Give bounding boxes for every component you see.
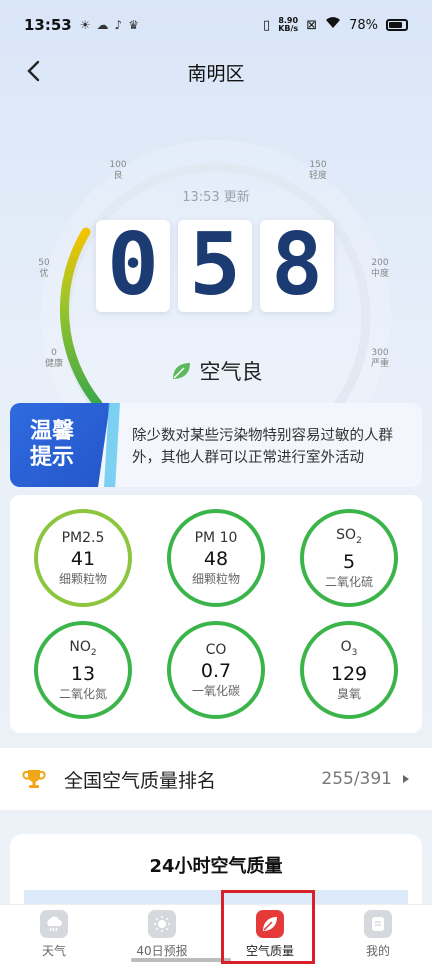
tick-label: 优 — [39, 269, 49, 279]
tick-50: 50 优 — [24, 258, 64, 280]
status-right: ▯ 8.90 KB/s ⊠ 78% — [263, 17, 408, 33]
pollutant-pm25[interactable]: PM2.5 41 细颗粒物 — [34, 509, 132, 607]
aqi-level: 空气良 — [0, 356, 432, 386]
tip-text: 除少数对某些污染物特别容易过敏的人群外，其他人群可以正常进行室外活动 — [132, 428, 393, 466]
leaf-icon — [172, 363, 190, 379]
pollutant-value: 48 — [203, 548, 229, 570]
tick-150: 150 轻度 — [298, 160, 338, 182]
svg-text:0: 0 — [107, 226, 159, 306]
aqi-digit: 5 — [189, 226, 241, 306]
pollutant-value: 0.7 — [200, 660, 232, 682]
tick-label: 中度 — [370, 269, 389, 279]
aqi-level-text: 空气良 — [199, 360, 263, 384]
pollutant-desc: 臭氧 — [336, 686, 361, 701]
pollutant-value: 13 — [70, 662, 96, 685]
status-bar: 13:53 ☀ ☁ ♪ ♛ ▯ 8.90 KB/s ⊠ 78% — [0, 0, 432, 50]
sun-icon — [148, 910, 176, 938]
speed-unit: KB/s — [278, 24, 299, 33]
tick-label: 轻度 — [308, 171, 327, 181]
update-time: 13:53 更新 — [182, 190, 250, 205]
tip-card: 温馨 提示 除少数对某些污染物特别容易过敏的人群外，其他人群可以正常进行室外活动 — [10, 403, 422, 487]
pollutant-value: 5 — [342, 550, 356, 573]
tick-value: 100 — [109, 160, 127, 170]
wifi-icon — [325, 17, 341, 33]
tab-weather[interactable]: 天气 — [0, 905, 108, 964]
tick-value: 200 — [371, 258, 389, 268]
cloud-status-icon: ☁ — [96, 18, 109, 32]
tab-air-quality[interactable]: 空气质量 — [216, 905, 324, 964]
tab-label: 空气质量 — [245, 944, 294, 958]
svg-text:5: 5 — [189, 226, 241, 306]
status-left-icons: ☀ ☁ ♪ ♛ — [80, 18, 139, 32]
aqi-digit-card: 5 — [178, 220, 252, 312]
leaf-icon — [256, 910, 284, 938]
vibrate-icon: ▯ — [263, 17, 271, 33]
tick-value: 150 — [309, 160, 327, 170]
header: 南明区 — [0, 50, 432, 94]
pollutant-name: SO2 — [336, 527, 362, 546]
tab-mine[interactable]: 我的 — [324, 905, 432, 964]
ranking-row[interactable]: 全国空气质量排名 255/391 — [0, 748, 432, 810]
tab-underline — [131, 958, 231, 962]
trophy-icon — [22, 770, 46, 788]
pollutant-name: O3 — [340, 639, 358, 658]
tab-label: 天气 — [41, 944, 66, 958]
tip-badge-line2: 提示 — [30, 445, 75, 470]
pollutant-desc: 一氧化碳 — [191, 684, 240, 698]
tip-badge-line1: 温馨 — [30, 419, 75, 444]
pollutant-name: CO — [205, 642, 227, 658]
ranking-label: 全国空气质量排名 — [64, 769, 217, 792]
svg-text:8: 8 — [271, 226, 323, 306]
pollutant-desc: 细颗粒物 — [191, 572, 240, 586]
back-button[interactable] — [18, 56, 48, 86]
tab-40day-forecast[interactable]: 40日预报 — [108, 905, 216, 964]
pollutant-name: NO2 — [69, 639, 97, 658]
status-time: 13:53 — [24, 16, 72, 34]
pollutant-desc: 细颗粒物 — [58, 572, 107, 586]
document-icon — [364, 910, 392, 938]
aqi-digit: 8 — [271, 226, 323, 306]
aqi-digit-card: 8 — [260, 220, 334, 312]
tip-badge: 温馨 提示 — [10, 403, 110, 487]
aqi-digit-card: 0 — [96, 220, 170, 312]
tick-value: 50 — [38, 258, 50, 268]
pollutant-value: 129 — [330, 662, 368, 685]
pollutant-desc: 二氧化氮 — [58, 686, 107, 701]
cloud-rain-icon — [40, 910, 68, 938]
network-speed: 8.90 KB/s — [278, 17, 298, 33]
pollutant-name: PM 10 — [194, 530, 238, 546]
battery-percent: 78% — [349, 17, 378, 33]
aqi-digit: 0 — [107, 226, 159, 306]
pollutant-o3[interactable]: O3 129 臭氧 — [300, 621, 398, 719]
aqi-digits: 0 5 8 — [96, 220, 334, 312]
battery-icon — [386, 19, 408, 31]
tab-label: 我的 — [365, 944, 390, 958]
crown-status-icon: ♛ — [128, 18, 139, 32]
pollutant-no2[interactable]: NO2 13 二氧化氮 — [34, 621, 132, 719]
tab-label: 40日预报 — [136, 944, 188, 958]
pollutant-grid: PM2.5 41 细颗粒物 PM 10 48 细颗粒物 SO2 5 二氧化硫 N… — [10, 495, 422, 733]
pollutant-so2[interactable]: SO2 5 二氧化硫 — [300, 509, 398, 607]
pollutant-pm10[interactable]: PM 10 48 细颗粒物 — [167, 509, 265, 607]
tiktok-status-icon: ♪ — [114, 18, 123, 32]
chevron-left-icon — [27, 60, 40, 82]
pollutant-value: 41 — [70, 548, 96, 570]
tick-200: 200 中度 — [360, 258, 400, 280]
triangle-right-icon — [403, 775, 409, 783]
weather-status-icon: ☀ — [79, 18, 91, 32]
close-box-icon: ⊠ — [306, 17, 318, 33]
pollutant-name: PM2.5 — [61, 530, 105, 546]
page-title: 南明区 — [187, 62, 245, 85]
aqi-gauge: 100 良 150 轻度 50 优 200 中度 0 健康 300 严重 13:… — [0, 120, 432, 420]
ranking-value: 255/391 — [321, 769, 392, 789]
tick-label: 良 — [113, 171, 123, 181]
hourly-aqi-title: 24小时空气质量 — [149, 856, 283, 877]
bottom-tab-bar: 天气 40日预报 空气质量 我的 — [0, 904, 432, 964]
pollutant-co[interactable]: CO 0.7 一氧化碳 — [167, 621, 265, 719]
tick-100: 100 良 — [98, 160, 138, 182]
pollutant-desc: 二氧化硫 — [324, 574, 373, 589]
